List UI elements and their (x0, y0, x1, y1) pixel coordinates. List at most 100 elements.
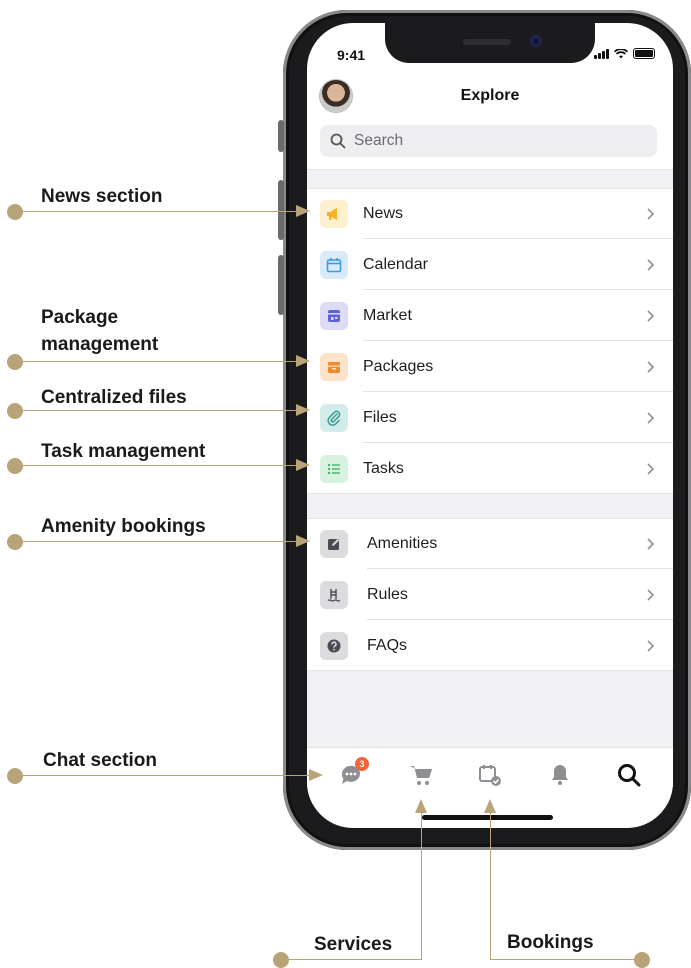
menu-label: Rules (367, 585, 408, 603)
menu-item-files[interactable]: Files (307, 392, 673, 443)
annotation-line (15, 541, 298, 542)
annotation-dot (7, 534, 23, 550)
chevron-right-icon (647, 258, 655, 271)
annotation-arrow (415, 799, 427, 813)
calendar-check-icon (479, 765, 501, 786)
menu-label: Tasks (363, 459, 404, 477)
search-placeholder: Search (354, 132, 404, 149)
annotation-line (15, 465, 298, 466)
question-icon (320, 631, 348, 660)
tab-bookings[interactable] (477, 762, 505, 790)
annotation-dot (634, 952, 650, 968)
menu-item-calendar[interactable]: Calendar (307, 239, 673, 290)
cart-icon (410, 766, 432, 785)
annotation-dot (7, 354, 23, 370)
notch (385, 23, 595, 63)
menu-item-faqs[interactable]: FAQs (307, 620, 673, 671)
annotation-dot (7, 403, 23, 419)
annotation-services: Services (314, 934, 393, 955)
menu-label: Packages (363, 357, 434, 375)
edit-icon (320, 529, 348, 558)
annotation-arrow (309, 769, 323, 781)
annotation-dot (7, 768, 23, 784)
page-title: Explore (460, 87, 520, 104)
pool-ladder-icon (320, 580, 348, 609)
annotation-chat: Chat section (43, 750, 158, 771)
front-camera (530, 35, 542, 47)
chevron-right-icon (647, 462, 655, 475)
annotation-tasks: Task management (41, 441, 206, 462)
annotation-dot (7, 458, 23, 474)
chevron-right-icon (647, 588, 655, 601)
signal-icon (594, 49, 609, 59)
annotation-arrow (296, 205, 310, 217)
menu-item-packages[interactable]: Packages (307, 341, 673, 392)
menu-item-amenities[interactable]: Amenities (307, 518, 673, 569)
menu-label: News (363, 204, 404, 222)
menu-item-market[interactable]: Market (307, 290, 673, 341)
annotation-line (15, 775, 311, 776)
chevron-right-icon (647, 309, 655, 322)
bell-icon (552, 765, 568, 785)
annotation-line (490, 959, 642, 960)
paperclip-icon (320, 403, 348, 432)
volume-up-button (278, 180, 284, 240)
annotation-bookings: Bookings (507, 932, 594, 953)
menu-label: Amenities (367, 534, 438, 552)
annotation-news: News section (41, 186, 163, 207)
tab-explore[interactable] (616, 762, 644, 790)
chevron-right-icon (647, 411, 655, 424)
battery-icon (633, 48, 655, 59)
annotation-arrow (296, 535, 310, 547)
chat-badge: 3 (355, 757, 369, 771)
speaker (463, 39, 511, 45)
menu-label: Files (363, 408, 397, 426)
annotation-arrow (296, 355, 310, 367)
annotation-packages-line2: management (41, 334, 159, 355)
annotation-line (281, 959, 422, 960)
store-icon (320, 301, 348, 330)
menu-label: FAQs (367, 636, 408, 654)
annotation-line (15, 211, 298, 212)
mute-switch (278, 120, 284, 152)
tab-notifications[interactable] (547, 762, 575, 790)
search-input[interactable]: Search (320, 125, 657, 157)
menu-item-news[interactable]: News (307, 188, 673, 239)
annotation-arrow (296, 404, 310, 416)
list-icon (320, 454, 348, 483)
tab-services[interactable] (408, 762, 436, 790)
megaphone-icon (320, 199, 348, 228)
package-icon (320, 352, 348, 381)
chevron-right-icon (647, 360, 655, 373)
annotation-dot (273, 952, 289, 968)
annotation-files: Centralized files (41, 387, 187, 408)
status-time: 9:41 (337, 47, 366, 63)
menu-label: Calendar (363, 255, 428, 273)
annotation-line (15, 361, 298, 362)
menu-item-rules[interactable]: Rules (307, 569, 673, 620)
menu-label: Market (363, 306, 412, 324)
volume-down-button (278, 255, 284, 315)
calendar-icon (320, 250, 348, 279)
phone-screen: 9:41 Explore Search News Calendar Market… (307, 23, 673, 828)
annotation-dot (7, 204, 23, 220)
annotation-arrow (484, 799, 496, 813)
annotation-line (421, 810, 422, 960)
chevron-right-icon (647, 207, 655, 220)
tab-bar: 3 (307, 747, 673, 804)
home-indicator (422, 815, 553, 820)
chevron-right-icon (647, 537, 655, 550)
empty-area (307, 670, 673, 748)
section-divider (307, 169, 673, 189)
search-icon (618, 764, 641, 787)
section-divider (307, 493, 673, 519)
menu-item-tasks[interactable]: Tasks (307, 443, 673, 494)
wifi-icon (614, 49, 628, 59)
chevron-right-icon (647, 639, 655, 652)
search-icon (330, 133, 346, 149)
annotation-arrow (296, 459, 310, 471)
status-icons (594, 48, 655, 59)
annotation-line (490, 810, 491, 960)
annotation-line (15, 410, 298, 411)
annotation-amenities: Amenity bookings (41, 516, 206, 537)
